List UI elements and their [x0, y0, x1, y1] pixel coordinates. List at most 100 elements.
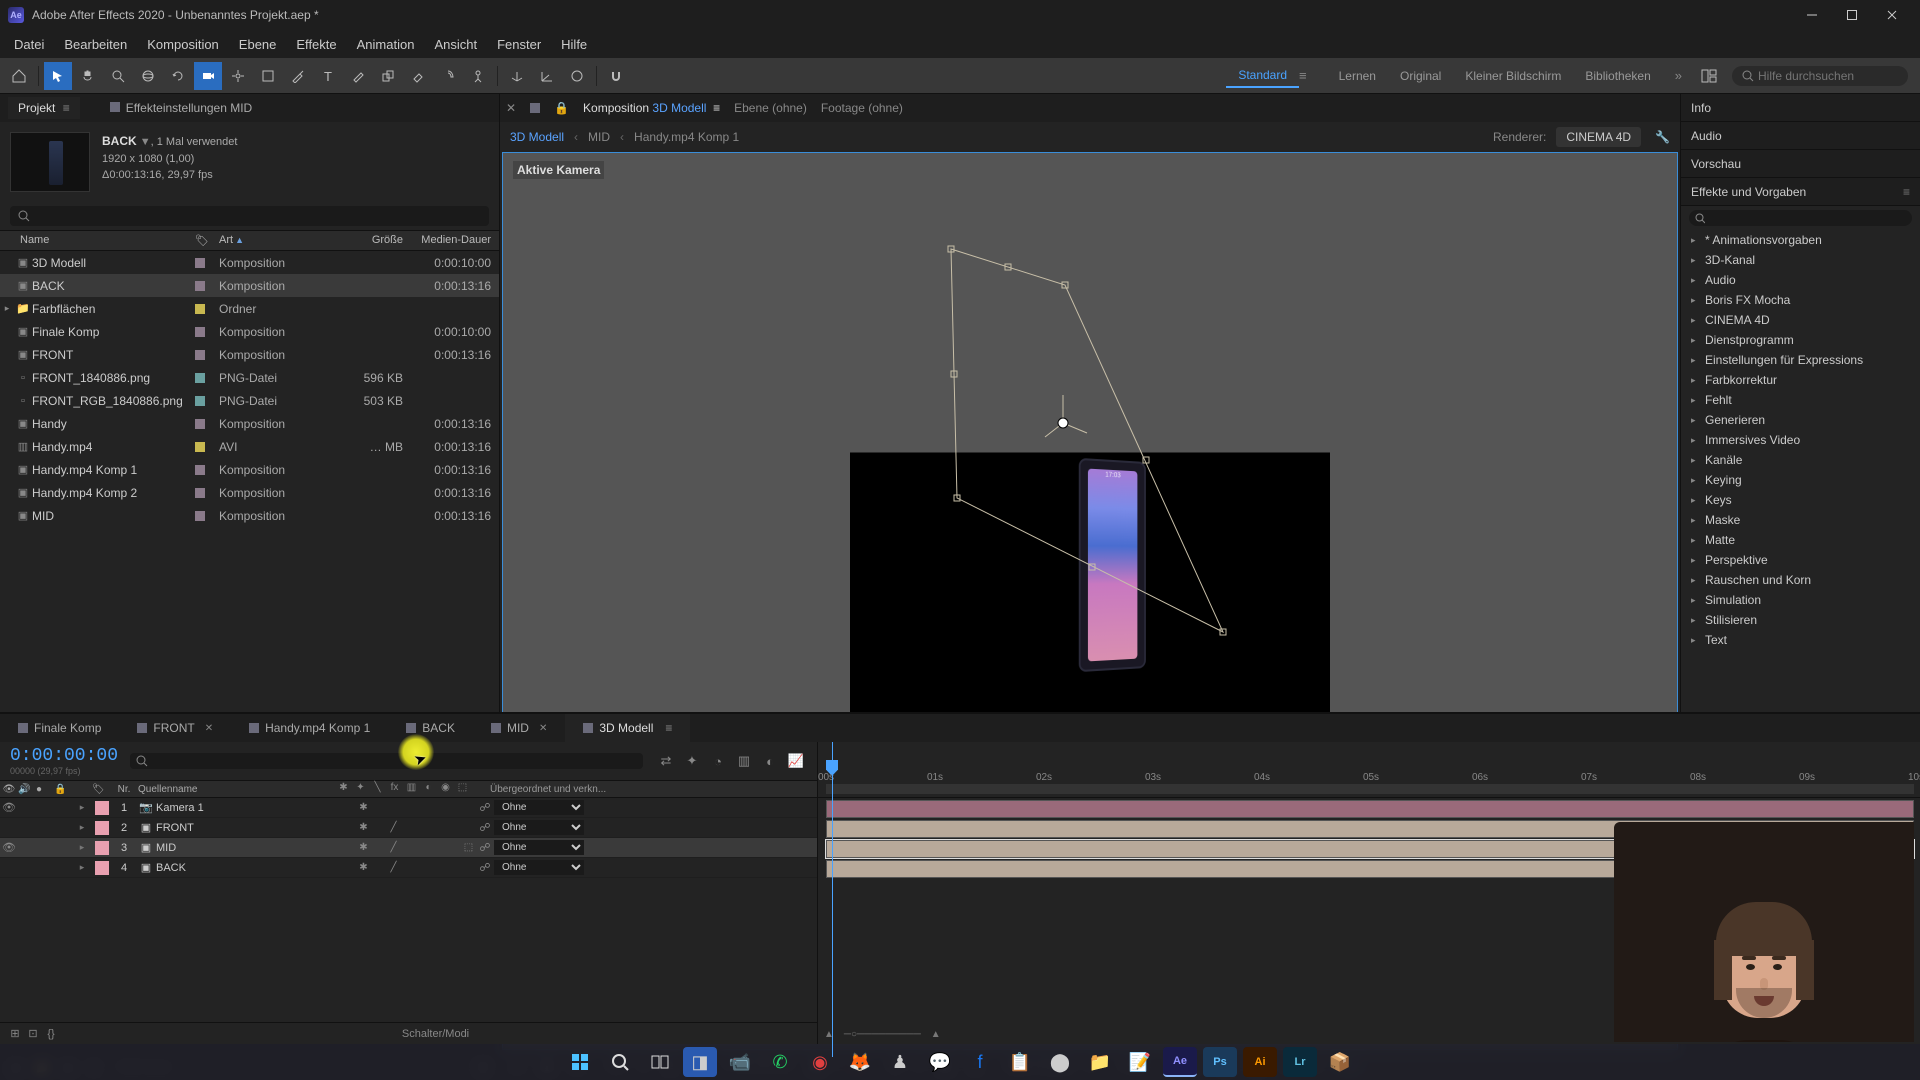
workspace-standard[interactable]: Standard: [1226, 64, 1299, 88]
eraser-tool[interactable]: [404, 62, 432, 90]
help-search-input[interactable]: [1758, 69, 1898, 83]
project-item[interactable]: ▸📁FarbflächenOrdner: [0, 297, 499, 320]
effects-category[interactable]: ▸Text: [1681, 630, 1920, 650]
taskbar-app[interactable]: ♟: [883, 1047, 917, 1077]
timeline-tab[interactable]: Handy.mp4 Komp 1: [231, 714, 388, 742]
project-tab[interactable]: Projekt ≡: [8, 97, 80, 119]
taskbar-illustrator[interactable]: Ai: [1243, 1047, 1277, 1077]
toggle-switches-button[interactable]: ⊞: [6, 1027, 24, 1040]
effects-category[interactable]: ▸Kanäle: [1681, 450, 1920, 470]
home-button[interactable]: [5, 62, 33, 90]
close-button[interactable]: [1872, 1, 1912, 29]
effects-category[interactable]: ▸CINEMA 4D: [1681, 310, 1920, 330]
pen-tool[interactable]: [284, 62, 312, 90]
taskbar-app[interactable]: 📦: [1323, 1047, 1357, 1077]
taskbar-lightroom[interactable]: Lr: [1283, 1047, 1317, 1077]
effects-category[interactable]: ▸Einstellungen für Expressions: [1681, 350, 1920, 370]
frame-blend-button[interactable]: ▥: [733, 750, 755, 772]
hand-tool[interactable]: [74, 62, 102, 90]
timeline-current-time[interactable]: 0:00:00:00: [10, 746, 118, 766]
taskbar-explorer[interactable]: 📁: [1083, 1047, 1117, 1077]
timeline-layer-list[interactable]: 👁 ▸ 1 📷 Kamera 1 ✱ ☍ Ohne ▸ 2 ▣ FRONT ✱╱…: [0, 798, 817, 878]
switches-modes-label[interactable]: Schalter/Modi: [402, 1028, 469, 1040]
hide-shy-button[interactable]: ◔: [707, 750, 729, 772]
project-search[interactable]: [10, 206, 489, 226]
rotation-tool[interactable]: [164, 62, 192, 90]
effects-search-input[interactable]: [1705, 212, 1906, 224]
timeline-search[interactable]: [130, 753, 643, 769]
shape-tool[interactable]: [254, 62, 282, 90]
taskbar-app[interactable]: 📋: [1003, 1047, 1037, 1077]
effects-category[interactable]: ▸Keying: [1681, 470, 1920, 490]
workspace-kleiner[interactable]: Kleiner Bildschirm: [1453, 65, 1573, 87]
toggle-modes-button[interactable]: ⊡: [24, 1027, 42, 1040]
visibility-toggle[interactable]: 👁: [0, 801, 18, 814]
workspace-reset-button[interactable]: [1695, 62, 1723, 90]
timeline-tab[interactable]: BACK: [388, 714, 473, 742]
axis-view[interactable]: [563, 62, 591, 90]
project-item[interactable]: ▣3D ModellKomposition0:00:10:00: [0, 251, 499, 274]
effects-category[interactable]: ▸Simulation: [1681, 590, 1920, 610]
search-button[interactable]: [603, 1047, 637, 1077]
taskbar-app[interactable]: 📹: [723, 1047, 757, 1077]
parent-dropdown[interactable]: Ohne: [494, 860, 584, 875]
taskbar-notepad[interactable]: 📝: [1123, 1047, 1157, 1077]
project-columns-header[interactable]: Name 🏷 Art▲ Größe Medien-Dauer: [0, 230, 499, 251]
maximize-button[interactable]: [1832, 1, 1872, 29]
close-icon[interactable]: ✕: [539, 723, 547, 734]
project-item[interactable]: ▣MIDKomposition0:00:13:16: [0, 504, 499, 527]
breadcrumb-1[interactable]: MID: [588, 130, 610, 144]
timeline-search-input[interactable]: [148, 755, 637, 767]
layer-duration-bar[interactable]: [826, 800, 1914, 818]
project-item[interactable]: ▥Handy.mp4AVI… MB0:00:13:16: [0, 435, 499, 458]
workspace-overflow-icon[interactable]: »: [1675, 68, 1682, 83]
workspace-original[interactable]: Original: [1388, 65, 1453, 87]
project-item[interactable]: ▣Handy.mp4 Komp 1Komposition0:00:13:16: [0, 458, 499, 481]
menu-fenster[interactable]: Fenster: [487, 33, 551, 56]
project-item[interactable]: ▣BACKKomposition0:00:13:16: [0, 274, 499, 297]
project-item[interactable]: ▣Handy.mp4 Komp 2Komposition0:00:13:16: [0, 481, 499, 504]
effects-search[interactable]: [1689, 210, 1912, 226]
motion-blur-button[interactable]: ◐: [759, 750, 781, 772]
effects-category[interactable]: ▸Matte: [1681, 530, 1920, 550]
comp-lock-icon[interactable]: 🔒: [554, 101, 569, 115]
text-tool[interactable]: T: [314, 62, 342, 90]
effects-category[interactable]: ▸Fehlt: [1681, 390, 1920, 410]
close-icon[interactable]: ✕: [205, 723, 213, 734]
menu-ansicht[interactable]: Ansicht: [424, 33, 487, 56]
orbit-tool[interactable]: [134, 62, 162, 90]
effects-category[interactable]: ▸Immersives Video: [1681, 430, 1920, 450]
comp-settings-button[interactable]: 🔧: [1655, 130, 1670, 144]
camera-tool[interactable]: [194, 62, 222, 90]
project-search-input[interactable]: [30, 209, 481, 223]
info-panel-tab[interactable]: Info: [1681, 94, 1920, 122]
timeline-tab[interactable]: FRONT✕: [119, 714, 231, 742]
effects-category[interactable]: ▸Dienstprogramm: [1681, 330, 1920, 350]
timeline-layer[interactable]: ▸ 2 ▣ FRONT ✱╱ ☍ Ohne: [0, 818, 817, 838]
menu-ebene[interactable]: Ebene: [229, 33, 287, 56]
menu-hilfe[interactable]: Hilfe: [551, 33, 597, 56]
zoom-in-icon[interactable]: ▲: [931, 1029, 941, 1040]
timeline-layer[interactable]: ▸ 4 ▣ BACK ✱╱ ☍ Ohne: [0, 858, 817, 878]
parent-dropdown[interactable]: Ohne: [494, 800, 584, 815]
breadcrumb-2[interactable]: Handy.mp4 Komp 1: [634, 130, 739, 144]
composition-tab[interactable]: Komposition 3D Modell ≡: [583, 101, 720, 115]
taskbar-app[interactable]: ◨: [683, 1047, 717, 1077]
workspace-bibliotheken[interactable]: Bibliotheken: [1573, 65, 1662, 87]
footage-tab[interactable]: Footage (ohne): [821, 101, 903, 115]
menu-effekte[interactable]: Effekte: [286, 33, 346, 56]
renderer-dropdown[interactable]: CINEMA 4D: [1556, 127, 1641, 147]
selection-tool[interactable]: [44, 62, 72, 90]
timeline-tab[interactable]: 3D Modell≡: [565, 714, 690, 742]
taskbar-facebook[interactable]: f: [963, 1047, 997, 1077]
timeline-ruler[interactable]: 00s01s02s03s04s05s06s07s08s09s10s: [818, 742, 1920, 798]
effects-panel-tab[interactable]: Effekte und Vorgaben≡: [1681, 178, 1920, 206]
visibility-toggle[interactable]: 👁: [0, 841, 18, 854]
menu-bearbeiten[interactable]: Bearbeiten: [54, 33, 137, 56]
taskbar-firefox[interactable]: 🦊: [843, 1047, 877, 1077]
work-area-bar[interactable]: [826, 784, 1914, 794]
effects-category[interactable]: ▸Keys: [1681, 490, 1920, 510]
effects-category[interactable]: ▸Stilisieren: [1681, 610, 1920, 630]
zoom-tool[interactable]: [104, 62, 132, 90]
effects-category[interactable]: ▸Maske: [1681, 510, 1920, 530]
